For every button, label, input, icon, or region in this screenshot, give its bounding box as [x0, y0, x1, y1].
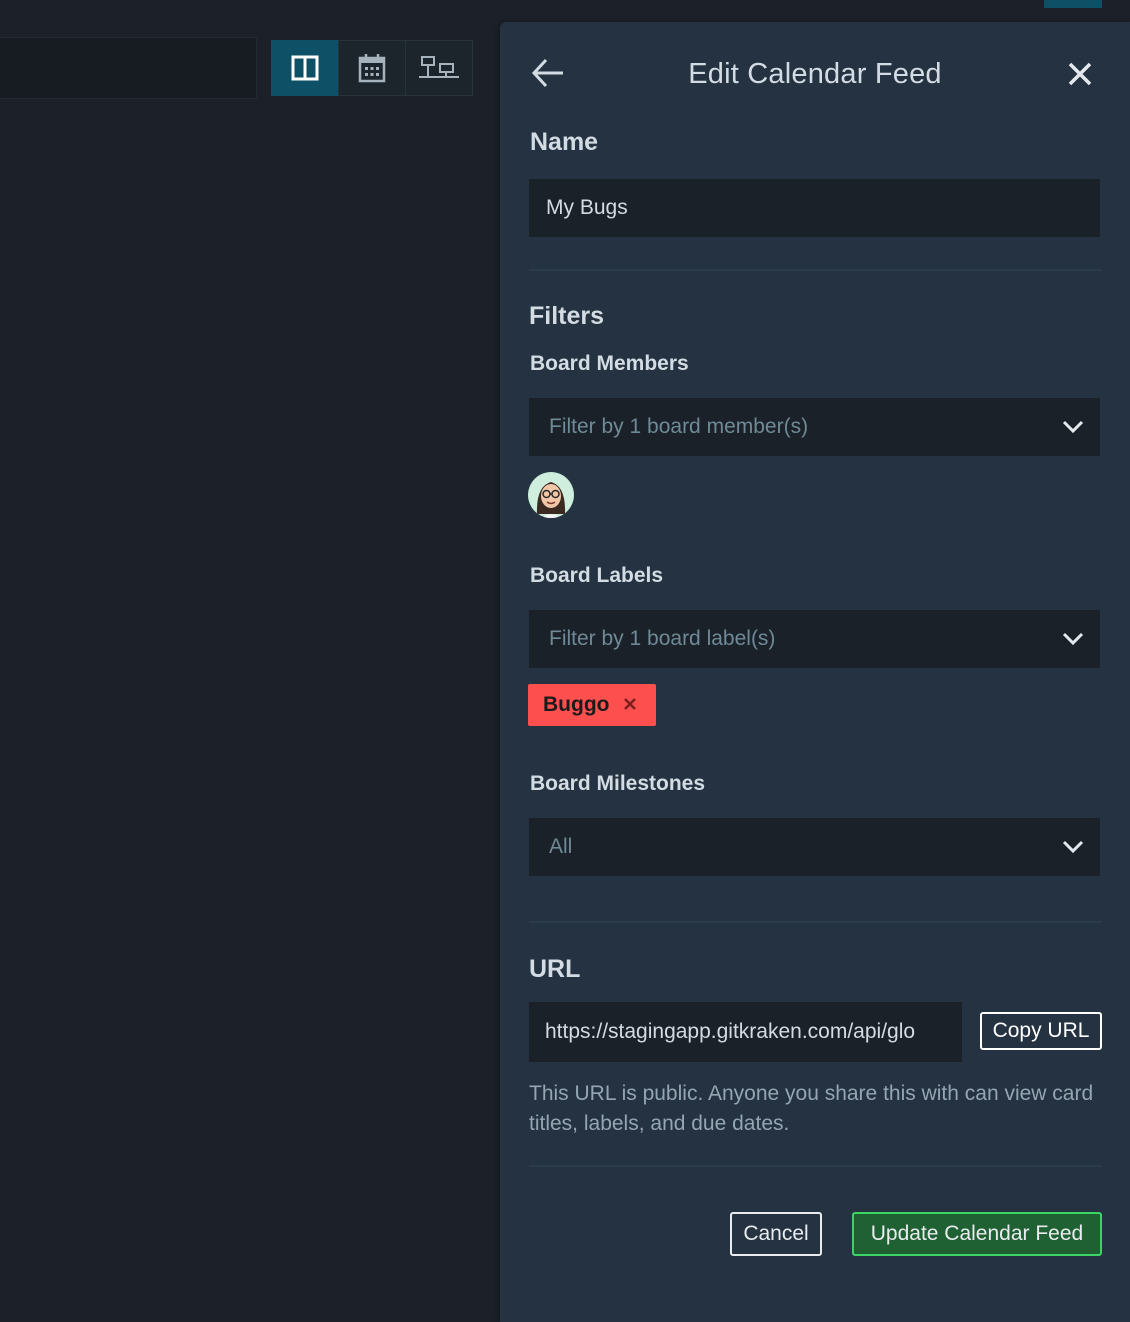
label-chip-buggo: Buggo — [528, 684, 656, 726]
member-avatar-icon — [529, 473, 573, 518]
panel-header: Edit Calendar Feed — [500, 22, 1130, 122]
panel-title: Edit Calendar Feed — [688, 58, 942, 90]
view-switcher — [271, 40, 473, 96]
update-calendar-feed-button[interactable]: Update Calendar Feed — [852, 1212, 1102, 1256]
board-search-bar[interactable] — [0, 37, 257, 99]
board-labels-label: Board Labels — [530, 564, 664, 587]
edit-calendar-feed-panel: Edit Calendar Feed Name My Bugs Filters … — [500, 22, 1130, 1322]
cancel-button[interactable]: Cancel — [730, 1212, 822, 1256]
app-window: Edit Calendar Feed Name My Bugs Filters … — [0, 0, 1130, 1322]
label-chip-text: Buggo — [543, 693, 610, 716]
timeline-icon — [419, 56, 459, 78]
divider — [529, 1165, 1102, 1167]
board-members-placeholder: Filter by 1 board member(s) — [549, 415, 809, 438]
divider — [529, 269, 1102, 271]
name-heading: Name — [530, 128, 599, 156]
chevron-down-icon — [1062, 840, 1084, 854]
avatar[interactable] — [528, 472, 574, 518]
calendar-view-button[interactable] — [338, 40, 406, 96]
feed-name-input[interactable]: My Bugs — [529, 179, 1100, 237]
board-milestones-value: All — [549, 835, 573, 858]
columns-icon — [291, 55, 319, 81]
url-heading: URL — [529, 955, 581, 983]
board-milestones-select[interactable]: All — [529, 818, 1100, 876]
filters-heading: Filters — [529, 302, 605, 330]
url-help-text: This URL is public. Anyone you share thi… — [529, 1082, 1094, 1135]
close-icon — [1068, 62, 1092, 86]
board-labels-placeholder: Filter by 1 board label(s) — [549, 627, 776, 650]
board-view-button[interactable] — [271, 40, 339, 96]
copy-url-button[interactable]: Copy URL — [980, 1012, 1102, 1050]
chevron-down-icon — [1062, 420, 1084, 434]
top-accent-bar — [1044, 0, 1102, 8]
board-members-label: Board Members — [530, 352, 689, 375]
timeline-view-button[interactable] — [405, 40, 473, 96]
close-button[interactable] — [1064, 58, 1096, 90]
calendar-icon — [358, 54, 386, 83]
board-members-select[interactable]: Filter by 1 board member(s) — [529, 398, 1100, 456]
feed-url-input[interactable]: https://stagingapp.gitkraken.com/api/glo — [529, 1002, 962, 1062]
board-labels-select[interactable]: Filter by 1 board label(s) — [529, 610, 1100, 668]
board-milestones-label: Board Milestones — [530, 772, 706, 795]
divider — [529, 921, 1102, 923]
chevron-down-icon — [1062, 632, 1084, 646]
remove-label-icon[interactable] — [621, 695, 639, 713]
